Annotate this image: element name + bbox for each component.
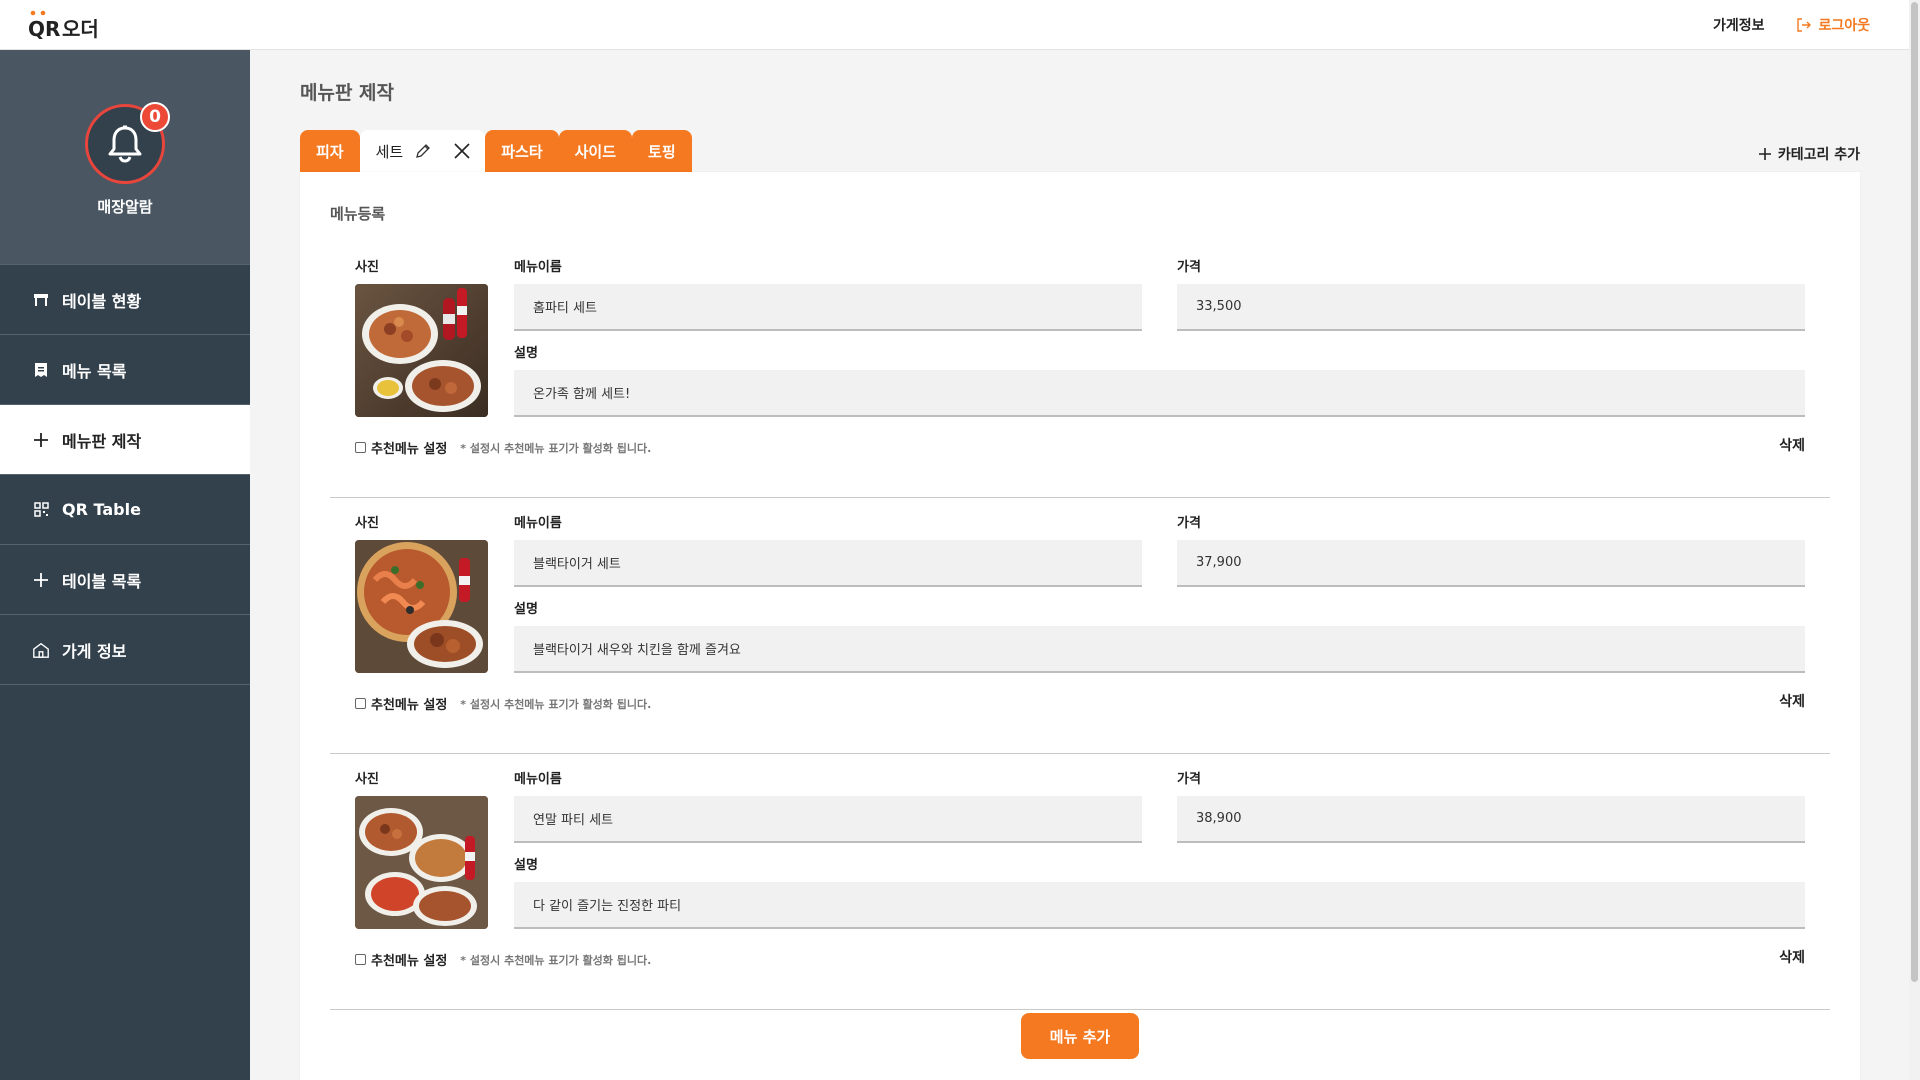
menu-registration-panel: 메뉴등록 사진 메뉴이름 가격 <box>300 172 1860 1080</box>
recommend-label[interactable]: 추천메뉴 설정 <box>371 950 447 969</box>
sidebar-item-label: 메뉴 목록 <box>62 361 127 381</box>
menu-item: 사진 메뉴이름 가격 설명 추천메뉴 설정 <box>330 754 1830 1010</box>
menu-doc-icon <box>32 361 50 379</box>
logout-label: 로그아웃 <box>1818 18 1870 34</box>
qr-icon <box>32 501 50 519</box>
menu-desc-input[interactable] <box>514 370 1805 417</box>
store-icon <box>32 641 50 659</box>
price-label: 가격 <box>1177 516 1201 531</box>
recommend-label[interactable]: 추천메뉴 설정 <box>371 694 447 713</box>
recommend-checkbox[interactable] <box>355 954 366 965</box>
sidebar-item-label: 메뉴판 제작 <box>62 431 142 451</box>
alarm-bell-button[interactable]: 0 <box>85 102 170 184</box>
sidebar-item-label: 가게 정보 <box>62 641 127 661</box>
top-header: QR 오더 가게정보 로그아웃 <box>0 0 1920 50</box>
delete-button[interactable]: 삭제 <box>1779 691 1805 711</box>
menu-photo[interactable] <box>355 540 488 673</box>
desc-label: 설명 <box>514 858 538 873</box>
sidebar-item-label: 테이블 현황 <box>62 291 142 311</box>
tab-set-label: 세트 <box>375 142 404 161</box>
menu-item: 사진 메뉴이름 가격 설명 추천메뉴 설정 * 설정 <box>330 498 1830 754</box>
qr-order-logo[interactable]: QR 오더 <box>28 9 106 39</box>
recommend-checkbox[interactable] <box>355 698 366 709</box>
delete-button[interactable]: 삭제 <box>1779 435 1805 455</box>
photo-label: 사진 <box>355 772 379 787</box>
logout-button[interactable]: 로그아웃 <box>1796 15 1870 35</box>
page-scrollbar[interactable] <box>1909 0 1920 1080</box>
sidebar-item-label: QR Table <box>62 500 141 519</box>
menu-price-input[interactable] <box>1177 540 1805 587</box>
alarm-count-badge: 0 <box>140 102 170 132</box>
menu-item: 사진 메뉴이름 가격 설명 <box>330 242 1830 498</box>
scrollbar-thumb[interactable] <box>1911 2 1918 982</box>
menu-photo-image <box>355 540 488 673</box>
store-alarm[interactable]: 0 매장알람 <box>0 50 250 265</box>
add-category-label: 카테고리 추가 <box>1777 147 1860 163</box>
sidebar-item-table-status[interactable]: 테이블 현황 <box>0 265 250 335</box>
price-label: 가격 <box>1177 260 1201 275</box>
name-label: 메뉴이름 <box>514 772 562 787</box>
menu-name-input[interactable] <box>514 796 1142 843</box>
recommend-label[interactable]: 추천메뉴 설정 <box>371 438 447 457</box>
menu-desc-input[interactable] <box>514 882 1805 929</box>
sidebar-item-store-info[interactable]: 가게 정보 <box>0 615 250 685</box>
sidebar-item-qr-table[interactable]: QR Table <box>0 475 250 545</box>
edit-pencil-icon[interactable] <box>415 143 431 159</box>
menu-photo-image <box>355 796 488 929</box>
bell-icon <box>108 125 142 163</box>
delete-button[interactable]: 삭제 <box>1779 947 1805 967</box>
recommend-row: 추천메뉴 설정 * 설정시 추천메뉴 표기가 활성화 됩니다. <box>355 694 651 713</box>
tab-side[interactable]: 사이드 <box>558 130 633 172</box>
plus-icon <box>1758 148 1771 160</box>
page-title: 메뉴판 제작 <box>300 82 395 104</box>
tab-pasta[interactable]: 파스타 <box>485 130 559 172</box>
sidebar: 0 매장알람 테이블 현황 메뉴 목록 메뉴판 제작 QR Table 테이블 … <box>0 50 250 1080</box>
plus-icon <box>32 431 50 449</box>
table-icon <box>32 291 50 309</box>
plus-icon <box>32 571 50 589</box>
add-category-button[interactable]: 카테고리 추가 <box>1758 144 1860 164</box>
menu-name-input[interactable] <box>514 540 1142 587</box>
menu-price-input[interactable] <box>1177 284 1805 331</box>
menu-name-input[interactable] <box>514 284 1142 331</box>
sidebar-item-label: 테이블 목록 <box>62 571 142 591</box>
recommend-note: * 설정시 추천메뉴 표기가 활성화 됩니다. <box>460 441 652 455</box>
add-menu-button[interactable]: 메뉴 추가 <box>1021 1013 1139 1059</box>
svg-text:QR: QR <box>28 17 60 39</box>
menu-desc-input[interactable] <box>514 626 1805 673</box>
name-label: 메뉴이름 <box>514 260 562 275</box>
tab-topping[interactable]: 토핑 <box>632 130 692 172</box>
name-label: 메뉴이름 <box>514 516 562 531</box>
sidebar-item-table-list[interactable]: 테이블 목록 <box>0 545 250 615</box>
alarm-label: 매장알람 <box>97 198 153 216</box>
store-info-link[interactable]: 가게정보 <box>1713 15 1765 35</box>
desc-label: 설명 <box>514 602 538 617</box>
recommend-row: 추천메뉴 설정 * 설정시 추천메뉴 표기가 활성화 됩니다. <box>355 950 651 969</box>
price-label: 가격 <box>1177 772 1201 787</box>
sidebar-item-menu-list[interactable]: 메뉴 목록 <box>0 335 250 405</box>
svg-text:오더: 오더 <box>62 17 99 39</box>
logout-icon <box>1797 18 1812 32</box>
logo-mark: QR 오더 <box>28 10 99 39</box>
recommend-checkbox[interactable] <box>355 442 366 453</box>
section-title: 메뉴등록 <box>330 205 386 223</box>
photo-label: 사진 <box>355 260 379 275</box>
desc-label: 설명 <box>514 346 538 361</box>
sidebar-item-menu-board[interactable]: 메뉴판 제작 <box>0 405 250 475</box>
close-icon[interactable] <box>453 142 471 160</box>
menu-photo[interactable] <box>355 796 488 929</box>
recommend-note: * 설정시 추천메뉴 표기가 활성화 됩니다. <box>460 953 652 967</box>
tab-pizza[interactable]: 피자 <box>300 130 360 172</box>
menu-price-input[interactable] <box>1177 796 1805 843</box>
menu-photo[interactable] <box>355 284 488 417</box>
category-tabs: 피자 세트 파스타 사이드 토핑 <box>300 130 692 172</box>
photo-label: 사진 <box>355 516 379 531</box>
recommend-row: 추천메뉴 설정 * 설정시 추천메뉴 표기가 활성화 됩니다. <box>355 438 651 457</box>
recommend-note: * 설정시 추천메뉴 표기가 활성화 됩니다. <box>460 697 652 711</box>
tab-set[interactable]: 세트 <box>359 130 486 172</box>
menu-photo-image <box>355 284 488 417</box>
